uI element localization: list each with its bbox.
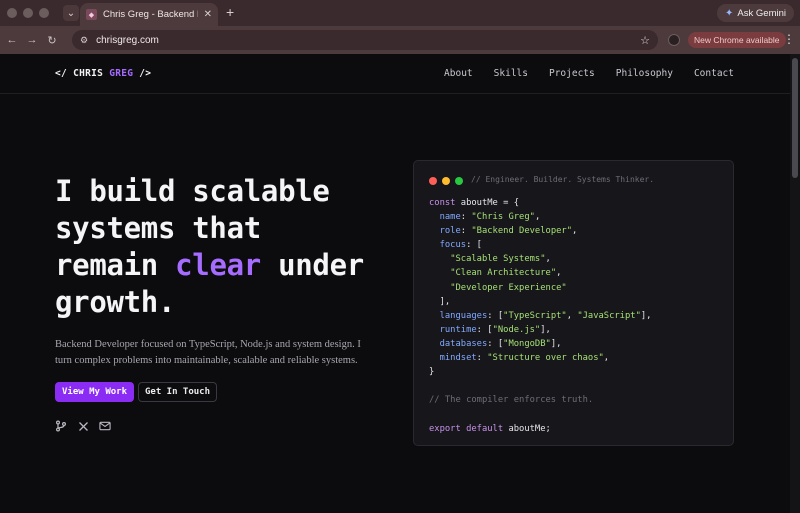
github-branch-icon[interactable] [55,420,67,432]
code-line: ], [429,296,451,307]
nav-link-philosophy[interactable]: Philosophy [616,68,673,79]
url-text[interactable]: chrisgreg.com [96,35,632,46]
get-in-touch-button[interactable]: Get In Touch [138,382,218,402]
code-line: mindset: "Structure over chaos", [439,353,610,364]
nav-link-about[interactable]: About [444,68,473,79]
hero-headline: I build scalable systems that remain cle… [55,174,364,319]
browser-tab[interactable]: ◆ Chris Greg - Backend Develop ✕ [80,3,218,26]
code-block: const aboutMe = { name: "Chris Greg", ro… [429,196,651,436]
code-line: databases: ["MongoDB"], [439,338,562,349]
minimize-window-icon[interactable] [23,8,33,18]
ask-gemini-label: Ask Gemini [737,7,786,19]
code-line: // The compiler enforces truth. [429,395,594,406]
code-line: } [429,367,435,378]
site-favicon-icon: ◆ [86,9,97,20]
tab-strip: ⌄ ◆ Chris Greg - Backend Develop ✕ + ✦ A… [0,0,800,26]
mail-icon[interactable] [99,420,111,432]
browser-toolbar: ← → ↻ ⚙ chrisgreg.com ☆ New Chrome avail… [0,26,800,54]
bookmark-star-icon[interactable]: ☆ [640,34,650,47]
tab-title: Chris Greg - Backend Develop [103,9,198,20]
view-my-work-button[interactable]: View My Work [55,382,135,402]
code-line: export default aboutMe; [429,423,551,434]
nav-link-skills[interactable]: Skills [494,68,528,79]
tab-close-icon[interactable]: ✕ [204,9,212,20]
code-line: role: "Backend Developer", [439,226,578,237]
address-bar[interactable]: ⚙ chrisgreg.com ☆ [72,30,658,50]
profile-avatar-icon[interactable] [668,34,680,46]
gemini-spark-icon: ✦ [725,7,734,19]
web-page: </ CHRIS GREG /> About Skills Projects P… [0,54,790,513]
code-line: runtime: ["Node.js"], [439,324,551,335]
nav-link-projects[interactable]: Projects [549,68,595,79]
window-controls [7,8,49,18]
code-line: languages: ["TypeScript", "JavaScript"], [439,310,652,321]
back-arrow-icon[interactable]: ← [4,34,20,46]
x-twitter-icon[interactable] [77,420,89,432]
tab-search-chevron-icon[interactable]: ⌄ [63,5,79,21]
green-dot-icon [455,177,463,185]
code-line: "Scalable Systems", [450,254,551,265]
code-line: "Clean Architecture", [450,268,562,279]
code-line: name: "Chris Greg", [439,212,541,223]
code-line: const aboutMe = { [429,198,520,208]
code-line: focus: [ [439,240,482,251]
site-navbar: </ CHRIS GREG /> About Skills Projects P… [0,54,790,94]
nav-link-contact[interactable]: Contact [694,68,734,79]
page-scrollbar[interactable] [790,54,800,513]
new-chrome-available-button[interactable]: New Chrome available [688,32,786,48]
browser-menu-icon[interactable]: ⋮ [783,32,795,46]
scrollbar-thumb[interactable] [792,58,798,178]
new-tab-plus-icon[interactable]: + [226,5,234,19]
close-window-icon[interactable] [7,8,17,18]
ask-gemini-button[interactable]: ✦ Ask Gemini [717,4,794,22]
nav-links: About Skills Projects Philosophy Contact [444,68,734,79]
forward-arrow-icon[interactable]: → [24,34,40,46]
yellow-dot-icon [442,177,450,185]
maximize-window-icon[interactable] [39,8,49,18]
site-logo[interactable]: </ CHRIS GREG /> [55,68,151,79]
reload-icon[interactable]: ↻ [44,34,60,47]
red-dot-icon [429,177,437,185]
window-dots [429,177,463,185]
code-card: // Engineer. Builder. Systems Thinker. c… [413,160,734,446]
social-links [55,420,111,432]
hero-description: Backend Developer focused on TypeScript,… [55,339,361,366]
site-info-icon[interactable]: ⚙ [80,35,88,46]
code-card-header-comment: // Engineer. Builder. Systems Thinker. [471,175,655,184]
code-line: "Developer Experience" [450,282,567,293]
